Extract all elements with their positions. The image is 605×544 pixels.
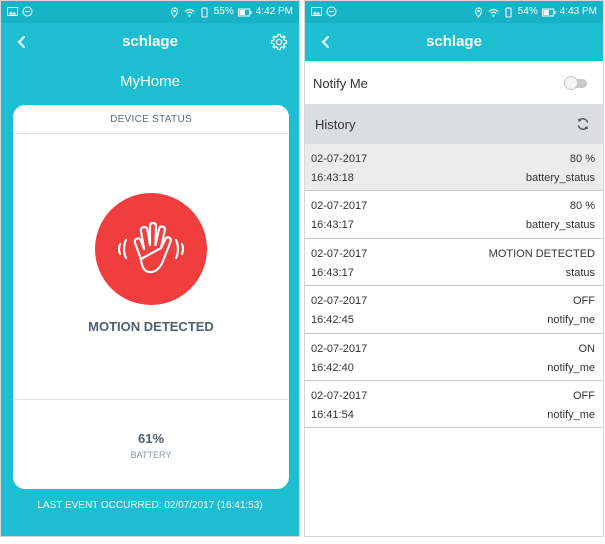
history-date: 02-07-2017 xyxy=(311,342,368,355)
gear-icon xyxy=(269,33,289,56)
wifi-icon xyxy=(488,7,499,18)
battery-label: BATTERY xyxy=(130,450,172,460)
history-value: OFF xyxy=(573,295,595,308)
device-status-card: DEVICE STATUS MOTION DETECTED 61% BATTER… xyxy=(13,105,289,489)
history-row[interactable]: 02-07-2017 16:43:17 MOTION DETECTED status xyxy=(305,238,603,287)
phone-vibrate-icon xyxy=(503,7,514,18)
battery-percent: 55% xyxy=(213,6,234,17)
history-type: battery_status xyxy=(525,172,595,184)
history-date: 02-07-2017 xyxy=(311,153,368,165)
notify-me-toggle[interactable] xyxy=(564,76,587,90)
motion-status-indicator xyxy=(95,193,207,305)
settings-button[interactable] xyxy=(269,32,289,52)
gallery-notification-icon xyxy=(7,6,18,17)
history-date: 02-07-2017 xyxy=(311,247,368,260)
motion-status-label: MOTION DETECTED xyxy=(88,319,214,334)
history-row[interactable]: 02-07-2017 16:42:45 OFF notify_me xyxy=(305,286,603,334)
history-row[interactable]: 02-07-2017 16:42:40 ON notify_me xyxy=(305,333,603,381)
history-time: 16:43:17 xyxy=(311,266,354,279)
clock: 4:42 PM xyxy=(255,6,293,17)
do-not-disturb-icon xyxy=(326,6,337,17)
history-type: notify_me xyxy=(547,361,595,374)
last-event-text: LAST EVENT OCCURRED: 02/07/2017 (16:41:5… xyxy=(37,500,263,511)
history-value: ON xyxy=(578,342,596,355)
app-bar: schlage xyxy=(1,23,299,61)
battery-icon xyxy=(541,7,556,18)
clock: 4:43 PM xyxy=(559,6,597,17)
history-time: 16:41:54 xyxy=(311,408,354,421)
history-time: 16:42:45 xyxy=(311,314,354,327)
history-value: MOTION DETECTED xyxy=(488,247,595,260)
history-type: notify_me xyxy=(547,408,595,421)
card-header: DEVICE STATUS xyxy=(13,105,289,134)
toggle-knob xyxy=(564,76,578,90)
history-label: History xyxy=(315,117,356,132)
refresh-button[interactable] xyxy=(575,116,591,132)
battery-icon xyxy=(237,7,252,18)
gallery-notification-icon xyxy=(311,6,322,17)
history-row[interactable]: 02-07-2017 16:43:17 80 % battery_status xyxy=(305,191,603,239)
history-header: History xyxy=(305,104,603,144)
card-divider xyxy=(13,399,289,400)
location-icon xyxy=(169,6,180,18)
history-date: 02-07-2017 xyxy=(311,200,368,213)
wifi-icon xyxy=(184,7,195,18)
history-row[interactable]: 02-07-2017 16:41:54 OFF notify_me xyxy=(305,380,603,429)
status-bar: 55% 4:42 PM xyxy=(1,1,299,23)
app-title: schlage xyxy=(122,33,178,50)
device-status-screen: 55% 4:42 PM schlage MyHome DEVICE STATUS… xyxy=(0,0,300,537)
location-icon xyxy=(473,6,484,18)
history-date: 02-07-2017 xyxy=(311,295,368,308)
history-list: 02-07-2017 16:43:18 80 % battery_status 02-0… xyxy=(305,144,603,429)
app-title: schlage xyxy=(426,33,482,50)
status-bar: 54% 4:43 PM xyxy=(305,1,603,23)
history-value: 80 % xyxy=(569,153,595,165)
history-value: OFF xyxy=(573,389,595,402)
app-bar: schlage xyxy=(305,23,603,61)
history-time: 16:43:18 xyxy=(311,172,354,184)
history-screen: 54% 4:43 PM schlage Notify Me History 02… xyxy=(304,0,604,537)
do-not-disturb-icon xyxy=(22,6,33,17)
notify-me-label: Notify Me xyxy=(313,76,368,91)
history-type: battery_status xyxy=(525,219,595,232)
history-row[interactable]: 02-07-2017 16:43:18 80 % battery_status xyxy=(305,144,603,192)
history-value: 80 % xyxy=(569,200,595,213)
phone-vibrate-icon xyxy=(199,7,210,18)
home-name: MyHome xyxy=(119,73,180,90)
history-time: 16:43:17 xyxy=(311,219,354,232)
history-time: 16:42:40 xyxy=(311,361,354,374)
refresh-icon xyxy=(575,118,591,136)
history-date: 02-07-2017 xyxy=(311,389,368,402)
notify-me-row: Notify Me xyxy=(305,61,603,104)
history-type: notify_me xyxy=(547,314,595,327)
history-type: status xyxy=(565,266,595,279)
battery-percent: 54% xyxy=(517,6,538,17)
battery-value: 61% xyxy=(137,431,165,446)
